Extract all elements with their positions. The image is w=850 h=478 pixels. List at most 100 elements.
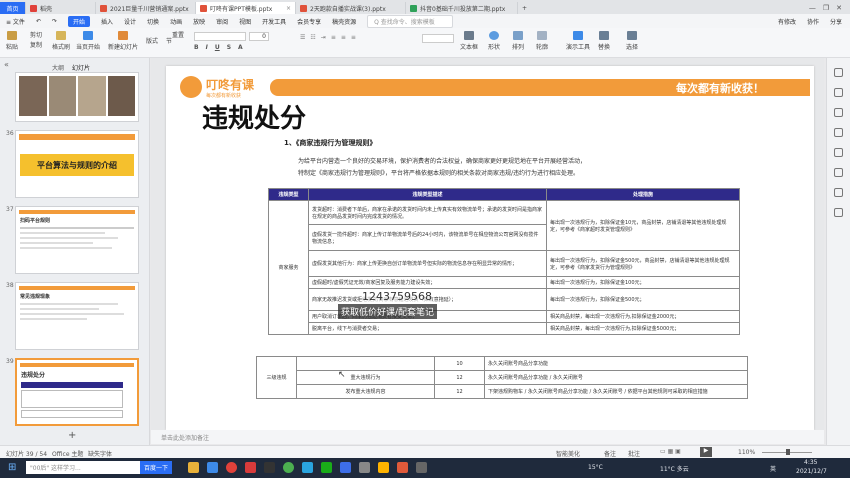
menu-slideshow[interactable]: 放映 [193, 17, 205, 26]
app-icon-4[interactable] [302, 462, 313, 473]
sidebar-tool-icon-2[interactable] [834, 88, 843, 97]
copy-button[interactable]: 复制 [30, 40, 42, 49]
menu-insert[interactable]: 插入 [101, 17, 113, 26]
sidebar-tool-icon-5[interactable] [834, 148, 843, 157]
sidebar-tool-icon-4[interactable] [834, 128, 843, 137]
app-icon-9[interactable] [416, 462, 427, 473]
shape-button[interactable]: 形状 [488, 31, 500, 51]
menu-developer[interactable]: 开发工具 [262, 17, 286, 26]
menu-animation[interactable]: 动画 [170, 17, 182, 26]
notes-area[interactable]: 单击此处添加备注 [151, 430, 824, 444]
new-tab-button[interactable]: + [518, 2, 532, 14]
close-tab-icon[interactable]: × [286, 5, 291, 12]
tab-docer[interactable]: 稻壳 [26, 2, 96, 14]
slide-canvas[interactable]: 叮咚有课 每次都有新收获 每次都有新收获！ 违规处分 1、《商家违规行为管理规则… [166, 66, 814, 430]
menu-design[interactable]: 设计 [124, 17, 136, 26]
tab-doc-3[interactable]: 2天跑款自播实战课(3).pptx [296, 2, 406, 14]
style-box[interactable] [422, 34, 454, 43]
ppt-file-icon [100, 4, 107, 12]
slide-thumbnail-39-selected[interactable]: 违规处分 [15, 358, 139, 426]
numbering-icon[interactable]: ☷ [310, 34, 315, 41]
sidebar-tool-icon-3[interactable] [834, 108, 843, 117]
tab-home[interactable]: 首页 [0, 2, 26, 14]
slide-thumbnail-37[interactable]: 扫码平台规则 [15, 206, 139, 274]
missing-font-button[interactable]: 缺失字体 [88, 449, 112, 458]
command-search-input[interactable]: Q 查找命令、搜索模板 [367, 14, 454, 28]
layout-button[interactable]: 版式 [146, 36, 158, 45]
menu-review[interactable]: 审阅 [216, 17, 228, 26]
tab-outline[interactable]: 大纲 [52, 63, 64, 72]
zoom-handle[interactable] [786, 449, 790, 455]
collab-button[interactable]: 协作 [807, 17, 819, 26]
tab-doc-2-active[interactable]: 叮咚有课PPT模板.pptx × [196, 2, 296, 14]
presentation-tool-button[interactable]: 演示工具 [566, 31, 590, 51]
underline-button[interactable]: U [215, 44, 220, 51]
font-size-select[interactable]: 0 [249, 32, 269, 41]
play-from-current-button[interactable]: 当页开始 [76, 31, 100, 51]
align-left-icon[interactable]: ≡ [331, 34, 336, 41]
sidebar-tool-icon-6[interactable] [834, 168, 843, 177]
sidebar-tool-icon-8[interactable] [834, 208, 843, 217]
collapse-panel-icon[interactable]: « [4, 60, 9, 69]
smart-beautify-button[interactable]: 智能美化 [556, 449, 580, 458]
explorer-icon[interactable] [188, 462, 199, 473]
chrome-icon[interactable] [283, 462, 294, 473]
app-icon-3[interactable] [264, 462, 275, 473]
italic-button[interactable]: I [206, 44, 208, 51]
align-right-icon[interactable]: ≡ [351, 34, 356, 41]
paste-button[interactable]: 粘贴 [6, 31, 18, 51]
close-window-icon[interactable]: ✕ [836, 4, 842, 12]
sidebar-tool-icon-1[interactable] [834, 68, 843, 77]
reset-button[interactable]: 重置 [172, 30, 184, 39]
menu-start[interactable]: 开始 [68, 15, 91, 27]
slide-thumbnail-36[interactable]: 平台算法与规则的介绍 [15, 130, 139, 198]
font-family-select[interactable] [194, 32, 246, 41]
menu-view[interactable]: 视图 [239, 17, 251, 26]
file-menu[interactable]: ≡ 文件 [6, 17, 25, 26]
undo-icon[interactable]: ↶ [36, 18, 41, 25]
play-slideshow-icon[interactable]: ▶ [700, 447, 712, 457]
wechat-icon[interactable] [321, 462, 332, 473]
app-icon-5[interactable] [340, 462, 351, 473]
sidebar-tool-icon-7[interactable] [834, 188, 843, 197]
format-painter-button[interactable]: 格式刷 [52, 31, 70, 51]
cut-button[interactable]: 剪切 [30, 30, 42, 39]
app-icon-7[interactable] [378, 462, 389, 473]
notes-toggle[interactable]: 备注 [604, 449, 616, 458]
replace-button[interactable]: 替换 [598, 31, 610, 51]
app-icon-1[interactable] [207, 462, 218, 473]
indent-icon[interactable]: ⇥ [321, 34, 326, 41]
comments-toggle[interactable]: 批注 [628, 449, 640, 458]
add-slide-button[interactable]: + [68, 430, 76, 441]
select-button[interactable]: 选择 [626, 31, 638, 51]
redo-icon[interactable]: ↷ [52, 18, 57, 25]
baidu-search-button[interactable]: 百度一下 [140, 461, 173, 474]
menu-transition[interactable]: 切换 [147, 17, 159, 26]
share-button[interactable]: 分享 [830, 17, 842, 26]
arrange-button[interactable]: 排列 [512, 31, 524, 51]
tab-doc-4[interactable]: 抖音0基础千川投放第二期.pptx [406, 2, 518, 14]
strike-button[interactable]: S [227, 44, 231, 51]
view-mode-icons[interactable]: ▭ ▦ ▣ [660, 448, 681, 455]
bold-button[interactable]: B [194, 44, 199, 51]
menu-member[interactable]: 会员专享 [297, 17, 321, 26]
new-slide-button[interactable]: 新建幻灯片 [108, 31, 138, 51]
wps-icon[interactable] [245, 462, 256, 473]
app-icon-8[interactable] [397, 462, 408, 473]
slide-thumbnail-38[interactable]: 常见违规现象 [15, 282, 139, 350]
maximize-icon[interactable]: ❐ [823, 4, 829, 12]
outline-button[interactable]: 轮廓 [536, 31, 548, 51]
tab-doc-1[interactable]: 2021巨量千川营销通案.pptx [96, 2, 196, 14]
ime-indicator[interactable]: 英 [770, 464, 776, 473]
minimize-icon[interactable]: — [809, 4, 816, 12]
slide-thumbnail-35[interactable] [15, 72, 139, 122]
app-icon-2[interactable] [226, 462, 237, 473]
windows-start-icon[interactable]: ⊞ [8, 462, 16, 473]
textbox-button[interactable]: 文本框 [460, 31, 478, 51]
taskbar-search-input[interactable]: "00后" 这样学习... [26, 461, 140, 474]
align-center-icon[interactable]: ≡ [341, 34, 346, 41]
app-icon-6[interactable] [359, 462, 370, 473]
font-color-button[interactable]: A [238, 44, 243, 51]
menu-resources[interactable]: 稿壳资源 [332, 17, 356, 26]
bullets-icon[interactable]: ☰ [300, 34, 305, 41]
